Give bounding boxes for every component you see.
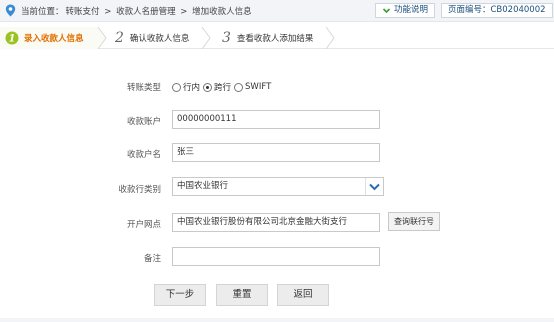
- account-input[interactable]: 00000000111: [172, 110, 380, 129]
- remark-input[interactable]: [172, 247, 380, 266]
- branch-input[interactable]: 中国农业银行股份有限公司北京金融大街支行: [172, 213, 380, 232]
- query-bank-code-button[interactable]: 查询联行号: [388, 212, 440, 231]
- step-2-number: 2: [115, 30, 124, 46]
- breadcrumb-separator: >: [104, 7, 112, 17]
- bank-type-select[interactable]: 中国农业银行: [172, 177, 384, 196]
- page-number: 页面编号：CB02040002: [441, 3, 553, 18]
- step-3-label: 查看收款人添加结果: [236, 34, 314, 44]
- back-button[interactable]: 返回: [277, 284, 329, 306]
- step-1: 1 录入收款人信息: [5, 27, 84, 49]
- top-bar: 当前位置： 转账支付 > 收款人名册管理 > 增加收款人信息 功能说明 页面编号：…: [0, 0, 554, 22]
- location-pin-icon: [5, 4, 16, 17]
- help-button-label: 功能说明: [394, 5, 429, 15]
- transfer-type-label: 转账类型: [126, 83, 161, 93]
- reset-button[interactable]: 重置: [216, 284, 268, 306]
- radio-swift-label: SWIFT: [245, 82, 272, 92]
- account-name-input[interactable]: 张三: [172, 143, 380, 162]
- step-3-number: 3: [222, 30, 231, 46]
- breadcrumb-prefix: 当前位置：: [21, 7, 64, 17]
- breadcrumb-item-payee-list[interactable]: 收款人名册管理: [116, 7, 176, 17]
- breadcrumb-item-transfer[interactable]: 转账支付: [66, 7, 100, 17]
- account-label: 收款账户: [126, 117, 161, 127]
- help-button[interactable]: 功能说明: [375, 3, 436, 18]
- step-1-badge-icon: 1: [5, 31, 19, 45]
- radio-swift-dot[interactable]: [234, 82, 244, 92]
- bank-type-selected-value: 中国农业银行: [177, 181, 229, 191]
- radio-intra-bank-label: 行内: [183, 83, 201, 93]
- select-arrow[interactable]: [365, 178, 383, 195]
- radio-intra-bank-dot[interactable]: [172, 82, 181, 92]
- bottom-divider: [0, 318, 554, 322]
- step-3: 3 查看收款人添加结果: [222, 27, 313, 49]
- next-button[interactable]: 下一步: [154, 284, 206, 306]
- radio-inter-bank[interactable]: 跨行: [203, 81, 231, 93]
- radio-intra-bank[interactable]: 行内: [172, 81, 200, 93]
- step-1-label: 录入收款人信息: [24, 34, 84, 44]
- step-indicator: 1 录入收款人信息 2 确认收款人信息 3 查看收款人添加结果: [0, 27, 554, 49]
- breadcrumb: 当前位置： 转账支付 > 收款人名册管理 > 增加收款人信息: [21, 5, 254, 17]
- radio-swift[interactable]: SWIFT: [234, 82, 271, 92]
- bank-type-label: 收款行类别: [118, 185, 161, 195]
- transfer-type-radio-group: 行内 跨行 SWIFT: [172, 81, 274, 93]
- svg-text:1: 1: [9, 34, 16, 45]
- chevron-down-icon: [382, 8, 391, 14]
- step-2: 2 确认收款人信息: [115, 27, 189, 49]
- breadcrumb-separator: >: [180, 7, 188, 17]
- chevron-down-icon: [369, 183, 380, 190]
- radio-inter-bank-dot[interactable]: [203, 82, 213, 92]
- radio-inter-bank-label: 跨行: [214, 83, 232, 93]
- breadcrumb-item-current: 增加收款人信息: [192, 7, 252, 17]
- step-2-label: 确认收款人信息: [129, 34, 190, 44]
- branch-label: 开户网点: [126, 220, 161, 230]
- account-name-label: 收款户名: [126, 150, 161, 160]
- remark-label: 备注: [143, 254, 161, 264]
